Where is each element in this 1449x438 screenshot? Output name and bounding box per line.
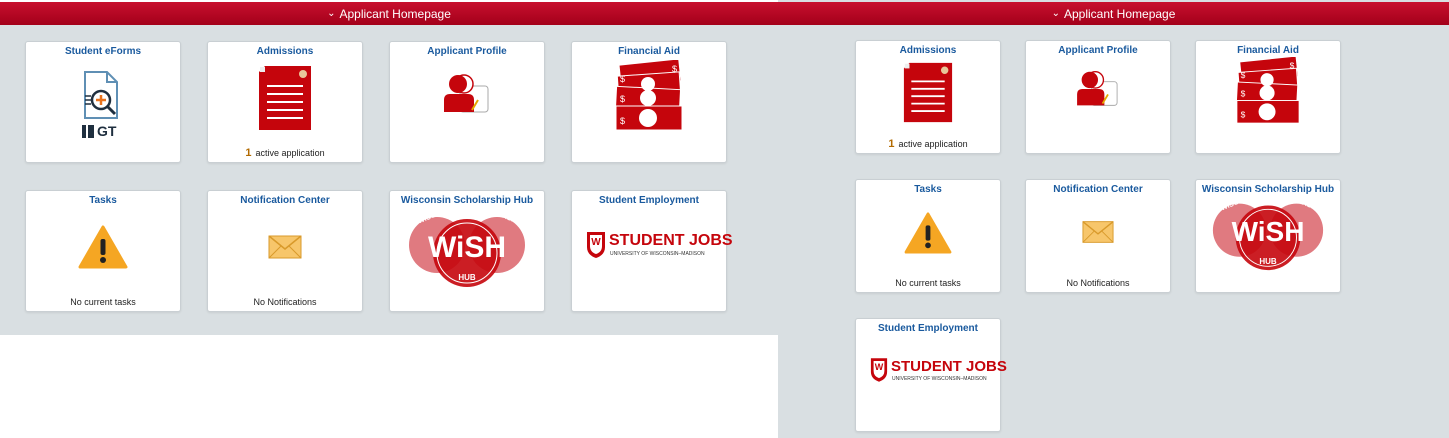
- tasks-status: No current tasks: [70, 297, 136, 307]
- crest-letter: W: [874, 362, 884, 372]
- admissions-status: 1 active application: [856, 138, 1000, 150]
- wish-logo-bottom: HUB: [458, 273, 476, 282]
- envelope-icon: [1082, 220, 1114, 244]
- notifications-status: No Notifications: [253, 297, 317, 307]
- tile-title: Financial Aid: [1237, 45, 1299, 56]
- homepage-title-bar[interactable]: ⌄ Applicant Homepage: [778, 2, 1449, 25]
- wish-logo-main: WiSH: [427, 231, 507, 264]
- tile-title: Applicant Profile: [1058, 45, 1138, 56]
- application-count-label: active application: [255, 148, 325, 158]
- wish-logo-bottom: HUB: [1259, 257, 1277, 266]
- tile-financial-aid[interactable]: Financial Aid $ $ $ $: [571, 41, 727, 163]
- svg-text:$: $: [620, 116, 625, 126]
- tile-title: Admissions: [899, 45, 957, 56]
- eforms-document-search-icon: GT: [73, 70, 133, 142]
- applicant-profile-icon: [1075, 69, 1121, 109]
- tile-title: Financial Aid: [618, 46, 680, 57]
- tile-notification-center[interactable]: Notification Center No Notifications: [207, 190, 363, 312]
- student-jobs-logo: W STUDENT JOBS UNIVERSITY OF WISCONSIN–M…: [870, 357, 1007, 385]
- wish-logo-main: WiSH: [1231, 216, 1305, 247]
- left-homepage-panel: ⌄ Applicant Homepage Student eForms GT A…: [0, 0, 778, 438]
- eforms-logo-text: GT: [97, 123, 117, 139]
- tile-title: Tasks: [89, 195, 117, 206]
- tile-notification-center[interactable]: Notification Center No Notifications: [1025, 179, 1171, 293]
- tile-wisconsin-scholarship-hub[interactable]: Wisconsin Scholarship Hub WISCONSIN SCHO…: [389, 190, 545, 312]
- tile-title: Notification Center: [240, 195, 330, 206]
- student-jobs-logo-text: STUDENT JOBS: [609, 232, 733, 249]
- tile-title: Student eForms: [64, 46, 142, 57]
- application-count: 1: [888, 138, 895, 150]
- tile-admissions[interactable]: Admissions 1 active application: [855, 40, 1001, 154]
- student-jobs-logo-text: STUDENT JOBS: [891, 358, 1007, 375]
- chevron-down-icon: ⌄: [327, 8, 336, 19]
- svg-text:$: $: [620, 74, 625, 84]
- admissions-status: 1 active application: [208, 147, 362, 159]
- svg-text:$: $: [1241, 70, 1246, 80]
- student-jobs-logo-subtext: UNIVERSITY OF WISCONSIN–MADISON: [610, 251, 705, 257]
- tile-title: Admissions: [256, 46, 314, 57]
- tile-title: Tasks: [914, 184, 942, 195]
- envelope-icon: [268, 235, 302, 259]
- tile-student-employment[interactable]: Student Employment W STUDENT JOBS UNIVER…: [571, 190, 733, 312]
- chevron-down-icon: ⌄: [1051, 8, 1060, 19]
- warning-icon: [78, 225, 128, 269]
- homepage-title-bar[interactable]: ⌄ Applicant Homepage: [0, 2, 778, 25]
- application-count: 1: [245, 147, 252, 159]
- tile-admissions[interactable]: Admissions 1 active application: [207, 41, 363, 163]
- svg-text:$: $: [1241, 89, 1246, 99]
- student-jobs-logo-subtext: UNIVERSITY OF WISCONSIN–MADISON: [892, 376, 987, 382]
- tile-student-employment[interactable]: Student Employment W STUDENT JOBS UNIVER…: [855, 318, 1007, 432]
- right-homepage-panel: ⌄ Applicant Homepage Admissions 1 active …: [778, 0, 1449, 438]
- money-bills-icon: $ $ $ $: [614, 58, 684, 134]
- admissions-document-icon: [257, 64, 313, 132]
- tile-title: Wisconsin Scholarship Hub: [400, 195, 534, 206]
- svg-text:$: $: [1241, 109, 1246, 119]
- tile-financial-aid[interactable]: Financial Aid $ $ $ $: [1195, 40, 1341, 154]
- tile-title: Notification Center: [1053, 184, 1143, 195]
- warning-icon: [904, 212, 952, 254]
- tile-applicant-profile[interactable]: Applicant Profile: [1025, 40, 1171, 154]
- page-title: Applicant Homepage: [1063, 6, 1176, 21]
- tile-wisconsin-scholarship-hub[interactable]: Wisconsin Scholarship Hub WISCONSIN SCHO…: [1195, 179, 1341, 293]
- page-title: Applicant Homepage: [339, 6, 451, 21]
- wish-logo: WISCONSIN SCHOLARSHIP WiSH HUB: [1211, 189, 1325, 274]
- applicant-profile-icon: [442, 72, 492, 116]
- admissions-document-icon: [902, 61, 954, 124]
- crest-letter: W: [591, 237, 601, 248]
- tile-title: Student Employment: [877, 323, 978, 334]
- money-bills-icon: $ $ $ $: [1235, 55, 1301, 127]
- tile-tasks[interactable]: Tasks No current tasks: [25, 190, 181, 312]
- student-jobs-logo: W STUDENT JOBS UNIVERSITY OF WISCONSIN–M…: [586, 231, 733, 261]
- wish-logo: WISCONSIN SCHOLARSHIP WiSH HUB: [407, 202, 527, 291]
- tile-applicant-profile[interactable]: Applicant Profile: [389, 41, 545, 163]
- svg-text:$: $: [672, 64, 677, 74]
- tile-title: Applicant Profile: [427, 46, 507, 57]
- svg-text:$: $: [620, 94, 625, 104]
- svg-text:$: $: [1290, 60, 1295, 70]
- tile-student-eforms[interactable]: Student eForms GT: [25, 41, 181, 163]
- tile-tasks[interactable]: Tasks No current tasks: [855, 179, 1001, 293]
- notifications-status: No Notifications: [1066, 278, 1130, 288]
- application-count-label: active application: [898, 139, 968, 149]
- tile-title: Student Employment: [598, 195, 699, 206]
- tasks-status: No current tasks: [895, 278, 961, 288]
